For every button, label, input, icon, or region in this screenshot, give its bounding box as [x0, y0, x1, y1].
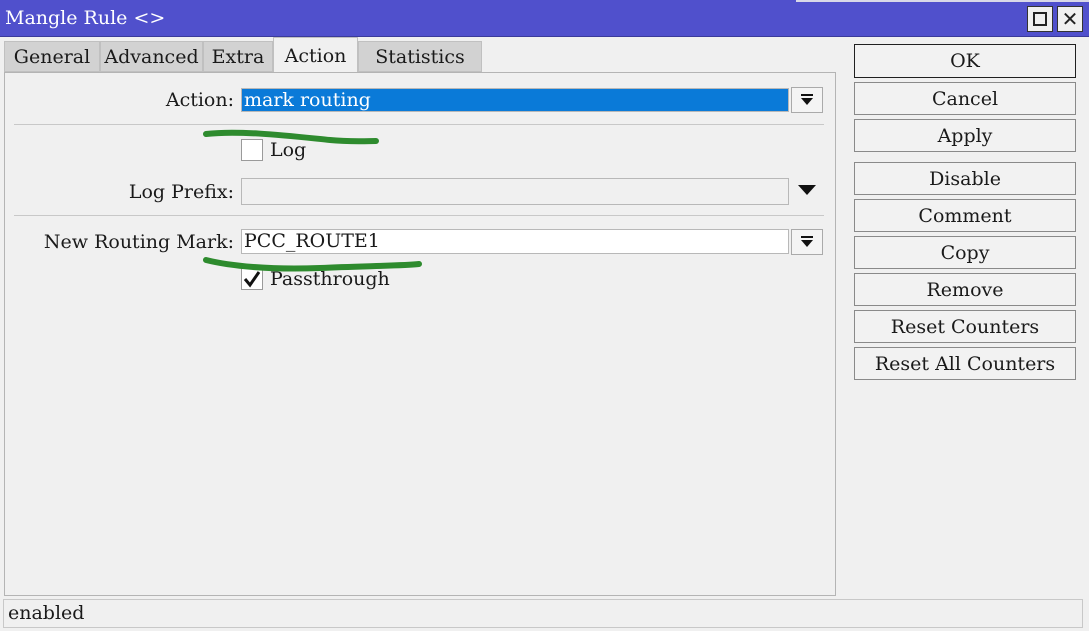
chevron-down-icon	[798, 185, 816, 195]
action-select[interactable]: mark routing	[241, 88, 789, 112]
ok-button[interactable]: OK	[854, 44, 1076, 78]
log-prefix-dropdown-button[interactable]	[794, 180, 820, 200]
status-bar: enabled	[3, 599, 1083, 628]
dropdown-arrow-icon	[801, 236, 813, 247]
tab-advanced[interactable]: Advanced	[100, 41, 203, 72]
log-label: Log	[270, 139, 307, 161]
apply-button[interactable]: Apply	[854, 119, 1076, 152]
dropdown-arrow-icon	[801, 94, 813, 105]
status-text: enabled	[8, 602, 85, 624]
close-icon: ✕	[1061, 7, 1079, 31]
routing-mark-input[interactable]: PCC_ROUTE1	[241, 229, 789, 254]
tab-general[interactable]: General	[4, 41, 100, 72]
separator	[14, 124, 824, 125]
routing-mark-dropdown-button[interactable]	[791, 229, 823, 255]
reset-counters-button[interactable]: Reset Counters	[854, 310, 1076, 343]
separator	[14, 215, 824, 216]
routing-mark-label: New Routing Mark:	[43, 231, 234, 253]
maximize-icon	[1033, 12, 1047, 26]
passthrough-checkbox[interactable]	[241, 268, 263, 290]
passthrough-label: Passthrough	[270, 268, 390, 290]
window-title: Mangle Rule <>	[5, 7, 166, 29]
close-button[interactable]: ✕	[1057, 6, 1083, 32]
title-bar[interactable]: Mangle Rule <> ✕	[0, 0, 1089, 37]
maximize-button[interactable]	[1027, 6, 1053, 32]
cancel-button[interactable]: Cancel	[854, 82, 1076, 115]
remove-button[interactable]: Remove	[854, 273, 1076, 306]
action-value: mark routing	[244, 89, 371, 111]
log-prefix-label: Log Prefix:	[128, 181, 234, 203]
checkmark-icon	[243, 271, 261, 288]
action-dropdown-button[interactable]	[791, 87, 823, 113]
title-bar-divider	[796, 0, 1089, 2]
reset-all-counters-button[interactable]: Reset All Counters	[854, 347, 1076, 380]
tab-extra[interactable]: Extra	[203, 41, 273, 72]
action-panel	[4, 72, 836, 596]
tab-statistics[interactable]: Statistics	[358, 41, 482, 72]
copy-button[interactable]: Copy	[854, 236, 1076, 269]
action-label: Action:	[165, 89, 234, 111]
comment-button[interactable]: Comment	[854, 199, 1076, 232]
disable-button[interactable]: Disable	[854, 162, 1076, 195]
tab-action[interactable]: Action	[273, 37, 358, 73]
log-checkbox[interactable]	[241, 139, 263, 161]
log-prefix-input[interactable]	[241, 178, 789, 205]
